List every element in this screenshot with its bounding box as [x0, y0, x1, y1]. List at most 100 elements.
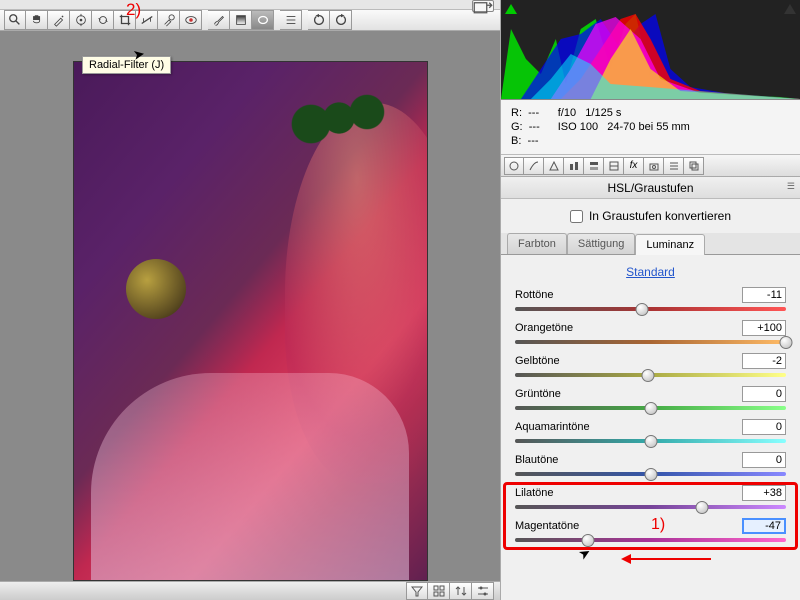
slider-value-aquas[interactable] — [742, 419, 786, 435]
tool-tooltip: Radial-Filter (J) — [82, 56, 171, 74]
snapshot-panel-icon[interactable] — [684, 157, 704, 175]
tab-saturation[interactable]: Sättigung — [567, 233, 635, 254]
slider-label-reds: Rottöne — [515, 289, 554, 301]
white-balance-tool[interactable] — [48, 10, 70, 30]
slider-yellows: Gelbtöne — [515, 353, 786, 380]
color-sampler-tool[interactable] — [70, 10, 92, 30]
shutter-value: 1/125 s — [585, 107, 621, 119]
slider-reds: Rottöne — [515, 287, 786, 314]
slider-track-reds[interactable] — [515, 304, 786, 314]
slider-knob-aquas[interactable] — [644, 435, 657, 448]
rotate-ccw-button[interactable] — [308, 10, 330, 30]
r-label: R: — [511, 107, 522, 119]
slider-knob-yellows[interactable] — [641, 369, 654, 382]
slider-value-magentas[interactable] — [742, 518, 786, 534]
redeye-tool[interactable] — [180, 10, 202, 30]
slider-track-aquas[interactable] — [515, 436, 786, 446]
cursor-icon: ➤ — [132, 45, 147, 64]
split-panel-icon[interactable] — [584, 157, 604, 175]
filter-icon[interactable] — [406, 582, 428, 600]
export-icon[interactable] — [472, 0, 494, 12]
iso-value: ISO 100 — [558, 121, 598, 133]
slider-track-oranges[interactable] — [515, 337, 786, 347]
slider-label-blues: Blautöne — [515, 454, 558, 466]
luminance-sliders: Rottöne Orangetöne Gelbtöne Grüntöne — [501, 285, 800, 561]
targeted-adjust-tool[interactable] — [92, 10, 114, 30]
tab-luminance[interactable]: Luminanz — [635, 234, 705, 255]
slider-value-purples[interactable] — [742, 485, 786, 501]
rotate-cw-button[interactable] — [330, 10, 352, 30]
spot-removal-tool[interactable] — [158, 10, 180, 30]
g-value: --- — [529, 121, 540, 133]
arrow-annotation — [621, 547, 711, 570]
detail-panel-icon[interactable] — [544, 157, 564, 175]
b-value: --- — [528, 135, 539, 147]
slider-knob-oranges[interactable] — [780, 336, 793, 349]
slider-knob-greens[interactable] — [644, 402, 657, 415]
window-tab-strip — [0, 0, 500, 10]
slider-track-greens[interactable] — [515, 403, 786, 413]
slider-aquas: Aquamarintöne — [515, 419, 786, 446]
slider-track-purples[interactable] — [515, 502, 786, 512]
slider-label-oranges: Orangetöne — [515, 322, 573, 334]
annotation-1: 1) — [651, 516, 665, 534]
slider-label-magentas: Magentatöne — [515, 520, 579, 532]
grid-icon[interactable] — [428, 582, 450, 600]
presets-panel-icon[interactable] — [664, 157, 684, 175]
default-link[interactable]: Standard — [626, 265, 675, 279]
slider-value-greens[interactable] — [742, 386, 786, 402]
grayscale-convert-row: In Graustufen konvertieren — [501, 199, 800, 233]
g-label: G: — [511, 121, 523, 133]
slider-value-oranges[interactable] — [742, 320, 786, 336]
slider-label-yellows: Gelbtöne — [515, 355, 560, 367]
hsl-panel-icon[interactable] — [564, 157, 584, 175]
image-canvas[interactable] — [0, 31, 500, 581]
slider-greens: Grüntöne — [515, 386, 786, 413]
slider-blues: Blautöne — [515, 452, 786, 479]
b-label: B: — [511, 135, 521, 147]
tool-toolbar — [0, 10, 500, 31]
presets-tool[interactable] — [280, 10, 302, 30]
grayscale-label: In Graustufen konvertieren — [589, 209, 731, 223]
lens-value: 24-70 bei 55 mm — [607, 121, 690, 133]
slider-value-yellows[interactable] — [742, 353, 786, 369]
camera-panel-icon[interactable] — [644, 157, 664, 175]
panel-title-text: HSL/Graustufen — [607, 181, 693, 195]
tab-hue[interactable]: Farbton — [507, 233, 567, 254]
panel-title: HSL/Graustufen ☰ — [501, 177, 800, 199]
basic-panel-icon[interactable] — [504, 157, 524, 175]
adjust-brush-tool[interactable] — [208, 10, 230, 30]
slider-label-greens: Grüntöne — [515, 388, 561, 400]
radial-filter-tool[interactable] — [252, 10, 274, 30]
slider-purples: Lilatöne — [515, 485, 786, 512]
zoom-tool[interactable] — [4, 10, 26, 30]
compare-icon[interactable] — [450, 582, 472, 600]
photo-preview — [73, 61, 428, 581]
slider-knob-reds[interactable] — [636, 303, 649, 316]
panel-menu-icon[interactable]: ☰ — [787, 181, 794, 192]
info-readout: R: --- G: --- B: --- f/10 1/125 s ISO 10… — [501, 100, 800, 155]
slider-track-yellows[interactable] — [515, 370, 786, 380]
grayscale-checkbox[interactable] — [570, 210, 583, 223]
slider-value-reds[interactable] — [742, 287, 786, 303]
gradient-filter-tool[interactable] — [230, 10, 252, 30]
panel-tab-bar: fx — [501, 155, 800, 177]
slider-knob-purples[interactable] — [695, 501, 708, 514]
view-toolbar — [0, 581, 500, 600]
hsl-tabs: Farbton Sättigung Luminanz — [501, 233, 800, 255]
histogram[interactable] — [501, 0, 800, 100]
fx-panel-icon[interactable]: fx — [624, 157, 644, 175]
slider-value-blues[interactable] — [742, 452, 786, 468]
slider-knob-blues[interactable] — [644, 468, 657, 481]
annotation-2: 2) — [126, 0, 141, 20]
curve-panel-icon[interactable] — [524, 157, 544, 175]
sliders-icon[interactable] — [472, 582, 494, 600]
slider-label-purples: Lilatöne — [515, 487, 554, 499]
cursor-icon-2: ➤ — [576, 543, 595, 564]
hand-tool[interactable] — [26, 10, 48, 30]
slider-track-magentas[interactable] — [515, 535, 786, 545]
aperture-value: f/10 — [558, 107, 576, 119]
lens-panel-icon[interactable] — [604, 157, 624, 175]
r-value: --- — [528, 107, 539, 119]
slider-track-blues[interactable] — [515, 469, 786, 479]
